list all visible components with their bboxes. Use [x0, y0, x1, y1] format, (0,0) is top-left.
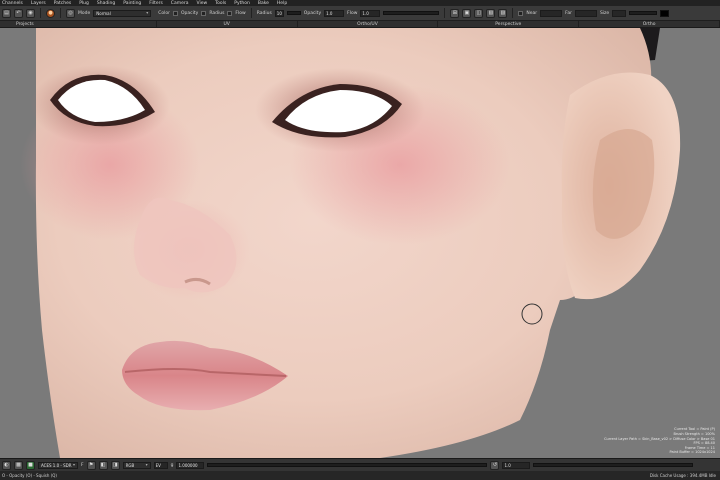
value-field[interactable]: 1.0 — [502, 461, 531, 469]
menu-patches[interactable]: Patches — [54, 1, 71, 6]
grid-icon[interactable]: ⊞ — [450, 8, 460, 18]
lut-icon[interactable]: ▩ — [14, 460, 23, 470]
tab-ortho[interactable]: Ortho — [579, 21, 720, 27]
menu-painting[interactable]: Painting — [123, 1, 141, 6]
menu-plug[interactable]: Plug — [79, 1, 89, 6]
status-hint: O - Opacity (O) - Squish (Q) — [2, 473, 57, 478]
disk-cache-status: Disk Cache Usage : 394.4MB Idle — [649, 473, 716, 478]
far-label: Far — [565, 10, 572, 16]
eyedropper-icon[interactable]: ◎ — [66, 8, 75, 18]
tab-ortho-uv[interactable]: Ortho/UV — [298, 21, 439, 27]
menu-python[interactable]: Python — [234, 1, 250, 6]
3d-viewport[interactable]: Current Tool = Paint (P) Brush Strength … — [0, 28, 720, 458]
shelf-icon[interactable]: ▤ — [2, 8, 11, 18]
menu-help[interactable]: Help — [277, 1, 287, 6]
layer-icon[interactable]: ◫ — [474, 8, 484, 18]
divider — [444, 8, 446, 18]
color-wheel-icon[interactable]: ◐ — [2, 460, 11, 470]
filter-icon[interactable]: ⚑ — [86, 460, 96, 470]
size-slider[interactable] — [629, 11, 658, 15]
size-field[interactable] — [612, 9, 627, 17]
tool-options-bar: ▤ ↶ ◉ ● ◎ Mode Normal Color Opacity Radi… — [0, 6, 720, 21]
head-model-render — [20, 28, 681, 458]
colorspace-select[interactable]: ACES 1.0 - SDR — [38, 461, 78, 469]
menu-shading[interactable]: Shading — [97, 1, 115, 6]
radius-checkbox[interactable] — [201, 10, 207, 16]
near-field[interactable] — [540, 9, 563, 17]
channels-select[interactable]: RGB — [122, 461, 151, 469]
lock-icon[interactable]: ▣ — [462, 8, 472, 18]
split-icon[interactable]: ◨ — [110, 460, 120, 470]
menu-tools[interactable]: Tools — [215, 1, 226, 6]
undo-icon[interactable]: ↶ — [14, 8, 23, 18]
g-label: g — [170, 462, 174, 468]
tab-projects[interactable]: Projects — [0, 21, 157, 27]
opacity-checkbox[interactable] — [173, 10, 179, 16]
status-bar: O - Opacity (O) - Squish (Q) Disk Cache … — [0, 471, 720, 480]
flow-field[interactable]: 1.0 — [360, 9, 381, 17]
viewport-tabs: Projects UV Ortho/UV Perspective Ortho — [0, 21, 720, 28]
mode-label: Mode — [78, 10, 91, 16]
channel-icon[interactable]: ◧ — [98, 460, 108, 470]
flow-field-label: Flow — [347, 10, 358, 16]
flow-label: Flow — [235, 10, 246, 16]
opacity-field-label: Opacity — [303, 10, 322, 16]
flow-slider[interactable] — [383, 11, 440, 15]
flow-checkbox[interactable] — [227, 10, 233, 16]
viewport-bottom-bar: ◐ ▩ ■ ACES 1.0 - SDR F ⚑ ◧ ◨ RGB EV g 1.… — [0, 458, 720, 471]
menu-channels[interactable]: Channels — [2, 1, 23, 6]
pin-icon[interactable]: ◉ — [26, 8, 35, 18]
gamma-slider[interactable] — [207, 463, 488, 467]
divider — [60, 8, 61, 18]
tab-uv[interactable]: UV — [157, 21, 298, 27]
value-slider[interactable] — [533, 463, 694, 467]
menu-camera[interactable]: Camera — [171, 1, 189, 6]
layers-icon[interactable]: ■ — [26, 460, 35, 470]
fill-icon[interactable]: ▨ — [498, 8, 508, 18]
opacity-label: Opacity — [181, 10, 199, 16]
menu-layers[interactable]: Layers — [31, 1, 46, 6]
image-icon[interactable]: ▧ — [486, 8, 496, 18]
radius-slider[interactable] — [286, 11, 301, 15]
blend-mode-select[interactable]: Normal — [93, 9, 152, 17]
color-label: Color — [158, 10, 171, 16]
hud-line: Paint Buffer = 1024x1024 — [669, 450, 715, 455]
f-label: F — [81, 462, 84, 468]
exposure-label: EV — [153, 461, 168, 469]
gamma-field[interactable]: 1.000000 — [176, 461, 205, 469]
reset-icon[interactable]: ↺ — [490, 460, 500, 470]
menu-view[interactable]: View — [196, 1, 207, 6]
color-swatch[interactable] — [660, 9, 670, 17]
far-field[interactable] — [574, 9, 597, 17]
tab-perspective[interactable]: Perspective — [438, 21, 580, 27]
divider — [250, 8, 252, 18]
near-checkbox[interactable] — [518, 10, 524, 16]
menu-filters[interactable]: Filters — [149, 1, 163, 6]
size-label: Size — [599, 10, 610, 16]
radius-field[interactable]: 10 — [274, 9, 284, 17]
radius-field-label: Radius — [256, 10, 272, 16]
viewport-info-overlay: Current Tool = Paint (P) Brush Strength … — [604, 427, 715, 455]
divider — [40, 8, 41, 18]
menu-bake[interactable]: Bake — [258, 1, 269, 6]
near-label: Near — [526, 10, 538, 16]
paint-brush-icon[interactable]: ● — [46, 8, 55, 18]
opacity-field[interactable]: 1.0 — [324, 9, 345, 17]
radius-label: Radius — [209, 10, 225, 16]
divider — [512, 8, 514, 18]
